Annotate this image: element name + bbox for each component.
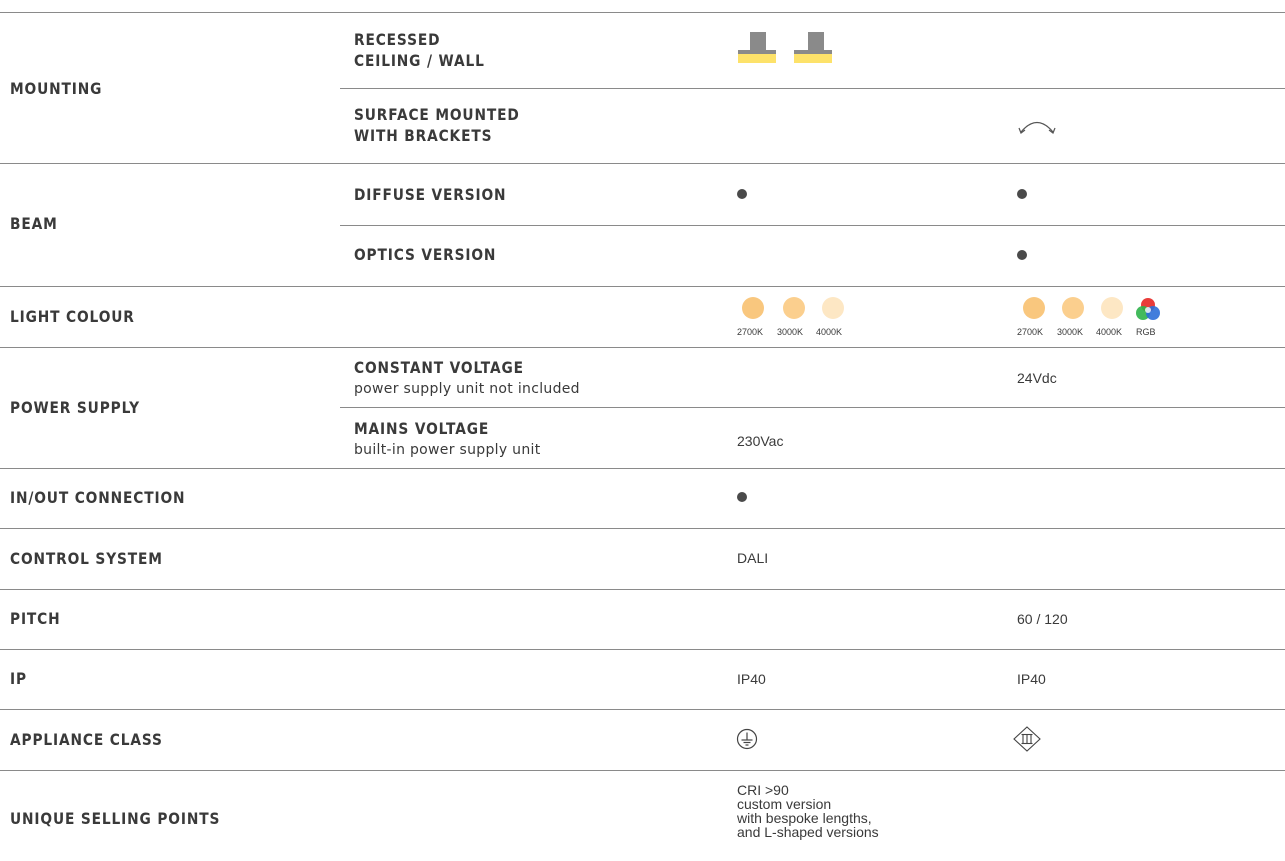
cct-label: 3000K (777, 327, 804, 337)
color-swatch-3000k (783, 297, 805, 319)
row-label-beam: BEAM (10, 214, 58, 233)
row-label-mounting: MOUNTING (10, 79, 103, 98)
color-swatch-3000k (1062, 297, 1084, 319)
row-label-light-colour: LIGHT COLOUR (10, 307, 135, 326)
row-divider (0, 286, 1285, 287)
color-swatch-2700k (1023, 297, 1045, 319)
row-divider (0, 589, 1285, 590)
row-divider (0, 770, 1285, 771)
usp-list: CRI >90 custom version with bespoke leng… (737, 783, 879, 839)
usp-line: custom version (737, 796, 832, 812)
color-swatch-4000k (1101, 297, 1123, 319)
ip-value: IP40 (1017, 671, 1046, 687)
row-label-pitch: PITCH (10, 609, 61, 628)
row-divider (0, 163, 1285, 164)
control-system-value: DALI (737, 550, 769, 566)
row-divider (340, 225, 1285, 226)
row-label-appliance-class: APPLIANCE CLASS (10, 730, 163, 749)
class-i-earth-icon (736, 728, 758, 750)
bracket-rotate-icon (1018, 121, 1056, 134)
color-swatch-4000k (822, 297, 844, 319)
row-label-power-supply: POWER SUPPLY (10, 398, 140, 417)
row-divider (0, 649, 1285, 650)
sublabel-surface-line2: WITH BRACKETS (354, 126, 493, 145)
cct-label: RGB (1136, 327, 1156, 337)
usp-line: CRI >90 (737, 782, 789, 798)
ip-value: IP40 (737, 671, 766, 687)
bullet-icon (1017, 250, 1027, 260)
sublabel-diffuse: DIFFUSE VERSION (354, 185, 507, 204)
row-divider (0, 709, 1285, 710)
voltage-value-230vac: 230Vac (737, 433, 784, 449)
row-divider (0, 468, 1285, 469)
rgb-icon (1136, 298, 1160, 320)
sublabel-surface-line1: SURFACE MOUNTED (354, 105, 520, 124)
cct-label: 3000K (1057, 327, 1084, 337)
row-label-control-system: CONTROL SYSTEM (10, 549, 163, 568)
voltage-value-24vdc: 24Vdc (1017, 370, 1057, 386)
sublabel-mains-voltage: MAINS VOLTAGE (354, 419, 490, 438)
bullet-icon (737, 189, 747, 199)
cct-label: 2700K (1017, 327, 1044, 337)
sublabel-optics: OPTICS VERSION (354, 245, 497, 264)
usp-line: with bespoke lengths, (737, 810, 872, 826)
usp-line: and L-shaped versions (737, 824, 879, 840)
sublabel-recessed-line1: RECESSED (354, 30, 441, 49)
recessed-mount-icon (738, 32, 832, 63)
pitch-value: 60 / 120 (1017, 611, 1068, 627)
row-label-unique-selling-points: UNIQUE SELLING POINTS (10, 809, 221, 828)
sublabel-constant-voltage: CONSTANT VOLTAGE (354, 358, 524, 377)
row-label-ip: IP (10, 669, 27, 688)
row-divider (0, 12, 1285, 13)
color-swatch-2700k (742, 297, 764, 319)
class-iii-icon (1013, 726, 1041, 752)
row-label-inout-connection: IN/OUT CONNECTION (10, 488, 186, 507)
row-divider (340, 407, 1285, 408)
sublabel-recessed-line2: CEILING / WALL (354, 51, 485, 70)
row-divider (340, 88, 1285, 89)
bullet-icon (1017, 189, 1027, 199)
constant-voltage-note: power supply unit not included (354, 381, 580, 397)
cct-label: 2700K (737, 327, 764, 337)
cct-label: 4000K (816, 327, 843, 337)
mains-voltage-note: built-in power supply unit (354, 442, 541, 458)
cct-label: 4000K (1096, 327, 1123, 337)
row-divider (0, 347, 1285, 348)
bullet-icon (737, 492, 747, 502)
row-divider (0, 528, 1285, 529)
